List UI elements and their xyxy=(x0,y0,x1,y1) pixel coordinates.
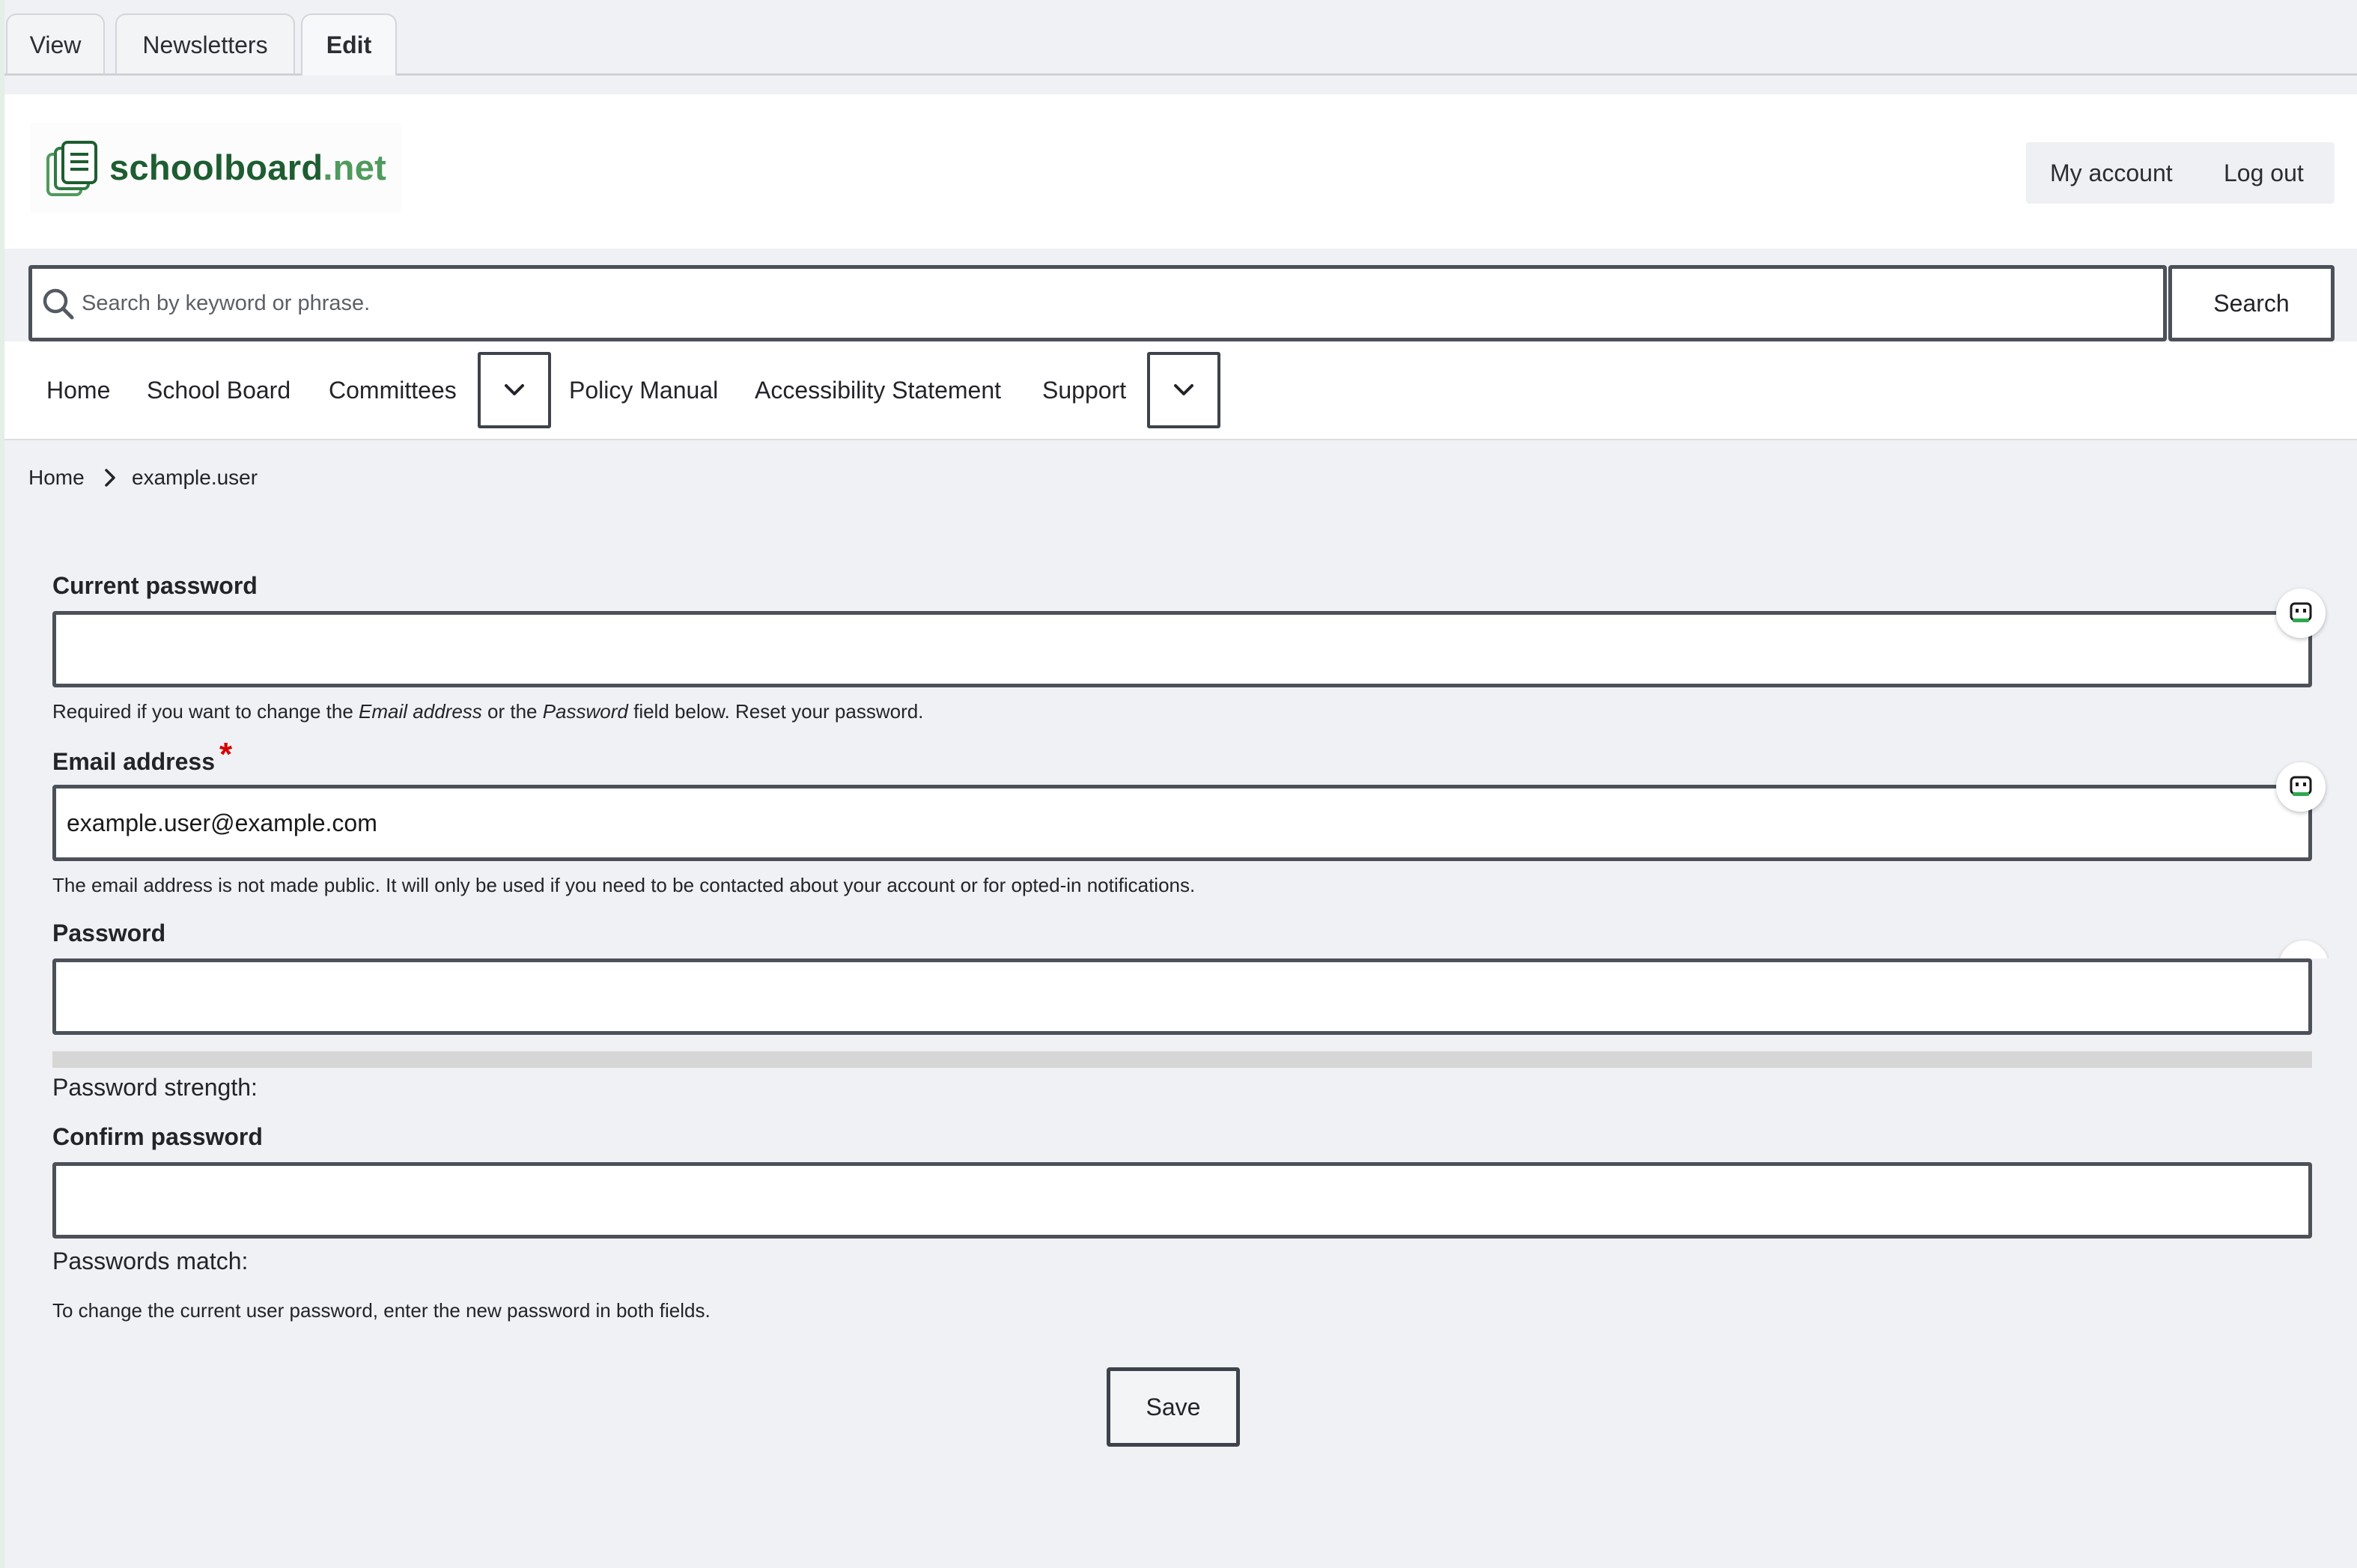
documents-icon xyxy=(46,141,97,196)
support-submenu-toggle[interactable] xyxy=(1147,352,1220,428)
nav-item-accessibility[interactable]: Accessibility Statement xyxy=(755,341,1001,439)
site-header: schoolboard.net My account Log out xyxy=(4,94,2357,249)
password-manager-icon[interactable] xyxy=(2276,762,2326,812)
search-field xyxy=(28,265,2167,341)
tab-newsletters[interactable]: Newsletters xyxy=(115,13,295,73)
confirm-password-description: To change the current user password, ent… xyxy=(52,1299,711,1322)
password-manager-icon[interactable] xyxy=(2276,589,2326,638)
logo-tld: .net xyxy=(323,148,387,187)
password-manager-icon-partial xyxy=(2276,936,2329,958)
confirm-password-input[interactable] xyxy=(67,1179,2283,1221)
save-button[interactable]: Save xyxy=(1107,1367,1240,1447)
chevron-right-icon xyxy=(105,469,115,487)
password-input[interactable] xyxy=(67,976,2283,1018)
password-manager-icon[interactable] xyxy=(2279,941,2329,958)
current-password-label: Current password xyxy=(52,572,258,599)
email-description: The email address is not made public. It… xyxy=(52,874,1196,896)
search-icon xyxy=(43,288,74,320)
passwords-match-label: Passwords match: xyxy=(52,1248,249,1274)
current-password-description: Required if you want to change the Email… xyxy=(52,700,924,723)
password-label: Password xyxy=(52,920,166,946)
chevron-down-icon xyxy=(1174,384,1193,395)
logo-name: schoolboard xyxy=(109,148,323,187)
confirm-password-field xyxy=(52,1162,2312,1239)
required-marker: * xyxy=(219,736,233,773)
password-field xyxy=(52,958,2312,1035)
nav-item-home[interactable]: Home xyxy=(46,341,110,439)
nav-item-school-board[interactable]: School Board xyxy=(147,341,291,439)
breadcrumb-home[interactable]: Home xyxy=(28,463,85,493)
tab-view[interactable]: View xyxy=(6,13,105,73)
site-logo[interactable]: schoolboard.net xyxy=(30,123,401,213)
email-input[interactable] xyxy=(67,802,2283,844)
my-account-link[interactable]: My account xyxy=(2050,142,2173,204)
tab-edit[interactable]: Edit xyxy=(301,13,397,76)
nav-item-policy-manual[interactable]: Policy Manual xyxy=(569,341,718,439)
search-input[interactable] xyxy=(82,282,2141,324)
password-strength-bar xyxy=(52,1051,2312,1068)
local-tasks-tabs: View Newsletters Edit xyxy=(4,0,2357,76)
breadcrumb-current: example.user xyxy=(132,466,258,489)
password-strength-label: Password strength: xyxy=(52,1074,258,1101)
current-password-input[interactable] xyxy=(67,628,2283,670)
chevron-down-icon xyxy=(505,384,524,395)
search-button[interactable]: Search xyxy=(2168,265,2335,341)
log-out-link[interactable]: Log out xyxy=(2224,142,2304,204)
committees-submenu-toggle[interactable] xyxy=(478,352,551,428)
email-label: Email address * xyxy=(52,736,233,776)
logo-wordmark: schoolboard.net xyxy=(109,145,386,190)
nav-item-support[interactable]: Support xyxy=(1042,341,1126,439)
email-field xyxy=(52,785,2312,861)
account-menu: My account Log out xyxy=(2026,142,2335,204)
main-navigation: Home School Board Committees Policy Manu… xyxy=(4,341,2357,440)
current-password-field xyxy=(52,611,2312,687)
nav-item-committees[interactable]: Committees xyxy=(329,341,457,439)
confirm-password-label: Confirm password xyxy=(52,1123,263,1150)
